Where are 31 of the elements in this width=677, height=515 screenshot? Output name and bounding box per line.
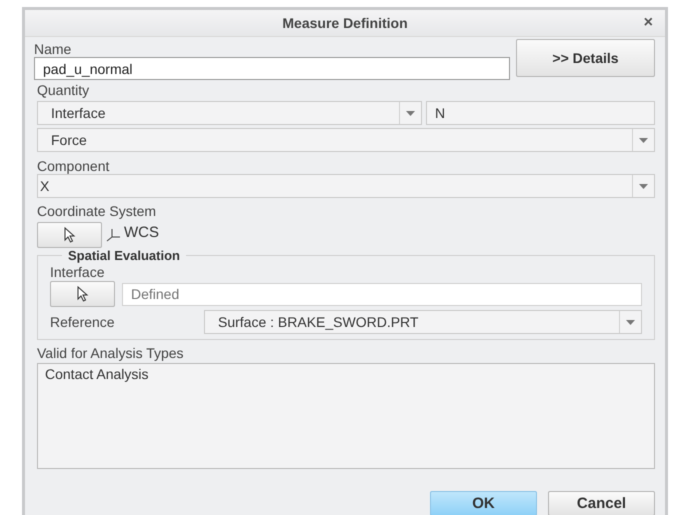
pointer-arrow-icon xyxy=(62,227,76,243)
component-label: Component xyxy=(37,159,110,174)
dialog-button[interactable]: OK xyxy=(430,491,537,515)
quantity-label: Quantity xyxy=(37,83,90,98)
pointer-arrow-icon xyxy=(76,286,90,302)
dropdown-caret-icon xyxy=(406,110,415,116)
window-title: Measure Definition xyxy=(282,15,408,31)
reference-label: Reference xyxy=(50,314,116,330)
coordinate-system-label: Coordinate System xyxy=(37,204,158,219)
component-dropdown[interactable]: X xyxy=(37,174,655,198)
axes-icon xyxy=(104,227,122,243)
quantity-type-dropdown[interactable]: Interface xyxy=(37,101,422,125)
coordinate-system-value: WCS xyxy=(124,224,159,240)
select-button[interactable] xyxy=(50,281,115,307)
measure-dropdown[interactable]: Force xyxy=(37,128,655,152)
close-button[interactable]: × xyxy=(644,14,653,32)
name-label: Name xyxy=(34,42,72,57)
reference-dropdown[interactable]: Surface : BRAKE_SWORD.PRT xyxy=(204,310,642,334)
dropdown-caret-icon xyxy=(626,320,635,324)
dropdown-caret-icon xyxy=(639,184,648,188)
details-button[interactable]: >> Details xyxy=(516,39,655,77)
group-title: Spatial Evaluation xyxy=(67,248,181,263)
analysis-type-item[interactable]: Contact Analysis xyxy=(45,366,647,382)
dialog-button[interactable]: Cancel xyxy=(548,491,655,515)
select-button[interactable] xyxy=(37,222,102,248)
dropdown-caret-icon xyxy=(639,138,648,142)
interface-field[interactable]: Defined xyxy=(122,282,642,306)
analysis-types-label: Valid for Analysis Types xyxy=(37,346,185,361)
unit-field: N xyxy=(426,101,655,125)
interface-label: Interface xyxy=(50,265,106,280)
name-field[interactable]: pad_u_normal xyxy=(34,57,510,80)
